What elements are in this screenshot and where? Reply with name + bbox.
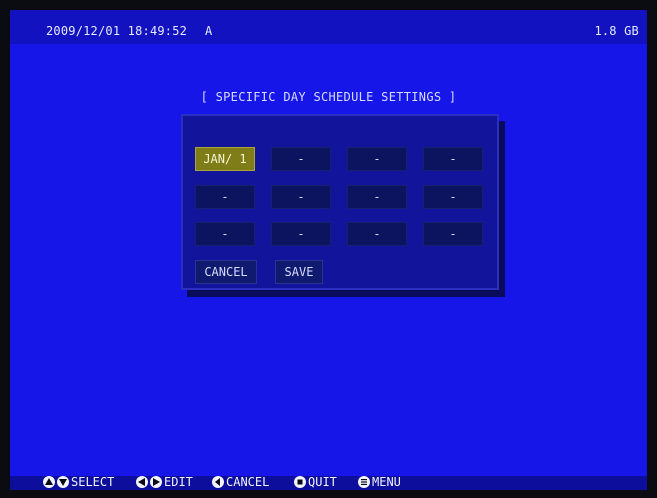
day-cell-4[interactable]: - <box>423 147 483 171</box>
day-cell-7[interactable]: - <box>347 185 407 209</box>
dialog-title: [ SPECIFIC DAY SCHEDULE SETTINGS ] <box>200 90 457 104</box>
datetime-text: 2009/12/01 18:49:52 <box>46 24 188 38</box>
left-arrow-icon <box>136 476 148 488</box>
stop-icon <box>294 476 306 488</box>
day-cell-6[interactable]: - <box>271 185 331 209</box>
quit-label: QUIT <box>308 475 337 489</box>
status-bar: 2009/12/01 18:49:52 A 1.8 GB <box>10 10 647 44</box>
day-cell-5[interactable]: - <box>195 185 255 209</box>
hdd-usage: 1.8 GB <box>594 24 639 38</box>
cancel-label: CANCEL <box>226 475 270 489</box>
right-arrow-icon <box>150 476 162 488</box>
day-cell-11[interactable]: - <box>347 222 407 246</box>
menu-icon <box>358 476 370 488</box>
select-label: SELECT <box>71 475 115 489</box>
menu-hint: MENU <box>358 475 401 489</box>
day-cell-3[interactable]: - <box>347 147 407 171</box>
up-arrow-icon <box>43 476 55 488</box>
back-arrow-icon <box>212 476 224 488</box>
day-cell-9[interactable]: - <box>195 222 255 246</box>
save-button[interactable]: SAVE <box>275 260 323 284</box>
edit-hint: EDIT <box>136 475 193 489</box>
day-cell-2[interactable]: - <box>271 147 331 171</box>
mode-indicator: A <box>205 24 213 38</box>
down-arrow-icon <box>57 476 69 488</box>
dvr-screen: 2009/12/01 18:49:52 A 1.8 GB [ SPECIFIC … <box>10 10 647 490</box>
select-hint: SELECT <box>43 475 114 489</box>
cancel-hint: CANCEL <box>212 475 269 489</box>
day-cell-12[interactable]: - <box>423 222 483 246</box>
day-cell-10[interactable]: - <box>271 222 331 246</box>
day-cell-1[interactable]: JAN/ 1 <box>195 147 255 171</box>
specific-day-schedule-dialog: JAN/ 1 - - - - - - - - - - - CANCEL SAVE <box>181 114 499 290</box>
cancel-button[interactable]: CANCEL <box>195 260 257 284</box>
edit-label: EDIT <box>164 475 193 489</box>
day-cell-8[interactable]: - <box>423 185 483 209</box>
menu-label: MENU <box>372 475 401 489</box>
quit-hint: QUIT <box>294 475 337 489</box>
